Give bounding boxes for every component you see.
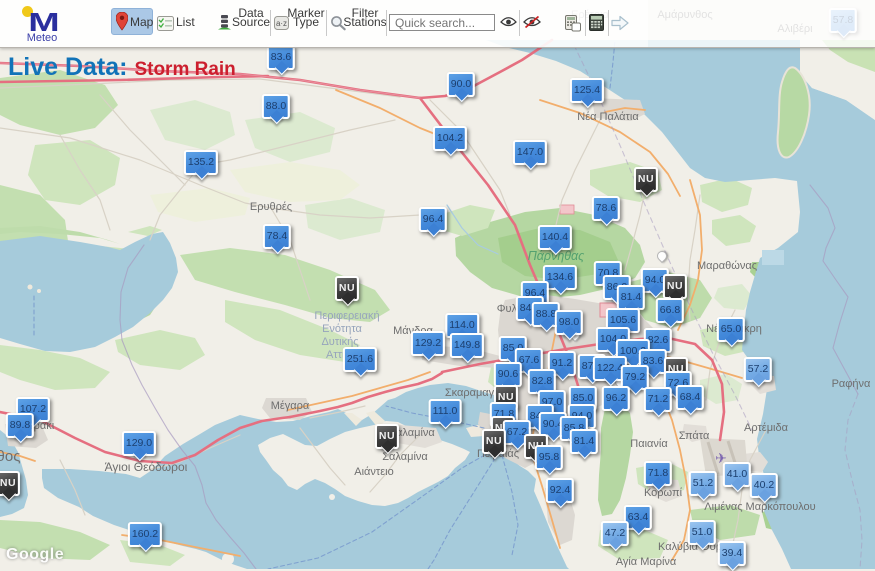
svg-text:Αρτέμιδα: Αρτέμιδα bbox=[744, 422, 789, 434]
svg-text:Άγιοι Θεόδωροι: Άγιοι Θεόδωροι bbox=[105, 460, 188, 474]
svg-text:Meteo: Meteo bbox=[27, 32, 58, 44]
svg-text:Ερυθρές: Ερυθρές bbox=[250, 201, 292, 213]
svg-text:Σπάτα: Σπάτα bbox=[679, 430, 710, 442]
svg-text:Μαραθώνας: Μαραθώνας bbox=[697, 260, 757, 272]
svg-text:Κόρινθος: Κόρινθος bbox=[0, 448, 20, 465]
svg-text:Περιφερειακή: Περιφερειακή bbox=[314, 310, 379, 322]
svg-text:Αιάντειο: Αιάντειο bbox=[354, 466, 393, 478]
svg-text:Λιμένας Μαρκόπουλου: Λιμένας Μαρκόπουλου bbox=[704, 501, 815, 513]
svg-text:Νέα Παλάτια: Νέα Παλάτια bbox=[577, 111, 639, 123]
svg-text:Παιανία: Παιανία bbox=[630, 438, 668, 450]
svg-text:Αγία Μαρίνα: Αγία Μαρίνα bbox=[616, 556, 677, 568]
svg-text:Ραφήνα: Ραφήνα bbox=[832, 378, 871, 390]
svg-text:Μέγαρα: Μέγαρα bbox=[271, 400, 310, 412]
svg-text:Ενότητα: Ενότητα bbox=[322, 323, 362, 335]
svg-text:Κορωπί: Κορωπί bbox=[644, 487, 683, 499]
